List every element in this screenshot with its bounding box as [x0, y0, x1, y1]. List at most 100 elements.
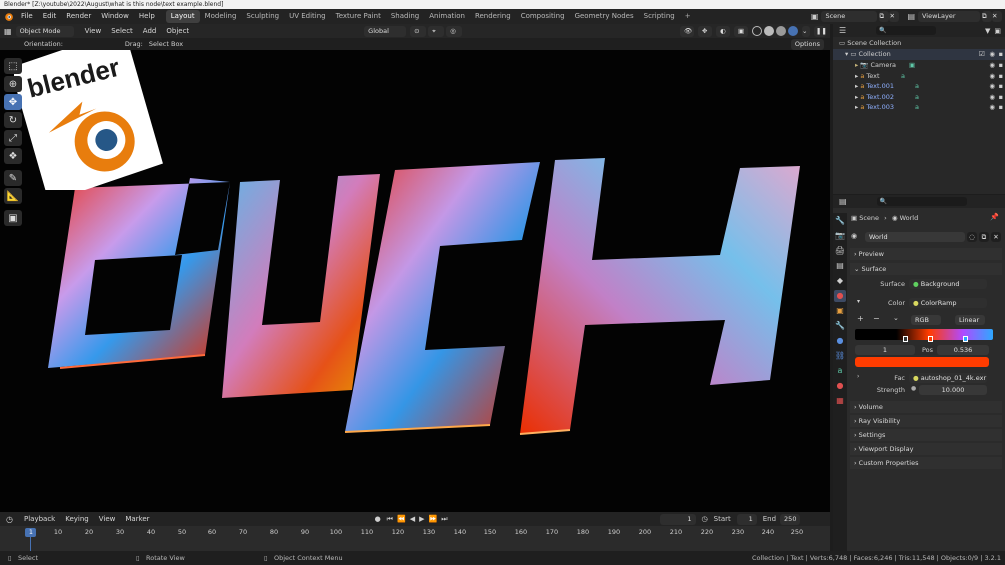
outliner-editor-icon[interactable]: ☰: [839, 26, 846, 35]
fac-input-field[interactable]: ● autoshop_01_4k.exr: [909, 373, 987, 383]
add-cube-icon[interactable]: ▣: [4, 210, 22, 226]
add-stop-icon[interactable]: +: [857, 314, 864, 323]
editor-type-icon[interactable]: ▦: [4, 27, 12, 36]
filter-icon[interactable]: ▼: [985, 27, 990, 35]
drag-select-box[interactable]: Select Box: [149, 40, 183, 48]
constraint-tab-icon[interactable]: ⛓: [834, 350, 846, 362]
menu-render[interactable]: Render: [61, 9, 96, 24]
tab-geometry-nodes[interactable]: Geometry Nodes: [570, 10, 639, 23]
color-ramp[interactable]: [855, 329, 993, 340]
shading-options-icon[interactable]: ⌄: [802, 25, 810, 37]
outliner-search-input[interactable]: 🔍: [876, 26, 937, 35]
annotate-icon[interactable]: ✎: [4, 170, 22, 186]
active-stop-index[interactable]: 1: [855, 345, 915, 355]
output-tab-icon[interactable]: 🖨: [834, 245, 846, 257]
stop-color-swatch[interactable]: [855, 357, 989, 367]
viewport-menu-object[interactable]: Object: [161, 24, 194, 39]
ramp-stop-1[interactable]: [928, 336, 933, 342]
viewport-menu-select[interactable]: Select: [106, 24, 138, 39]
viewport-menu-view[interactable]: View: [80, 24, 107, 39]
color-input-field[interactable]: ● ColorRamp: [909, 298, 987, 308]
gizmo-icon[interactable]: ✥: [698, 25, 712, 37]
panel-settings[interactable]: › Settings: [850, 429, 1002, 441]
text-data-icon[interactable]: a: [915, 102, 919, 113]
eye-icon[interactable]: ◉: [989, 92, 995, 103]
viewlayer-tab-icon[interactable]: ▤: [834, 260, 846, 272]
fake-user-icon[interactable]: ◌: [967, 232, 977, 242]
camera-data-icon[interactable]: ▣: [909, 60, 915, 71]
camera-render-icon[interactable]: ▪: [999, 49, 1003, 60]
scene-icon[interactable]: ▣: [811, 12, 819, 21]
scene-collection-row[interactable]: ▭ Scene Collection: [833, 38, 1005, 49]
measure-icon[interactable]: 📐: [4, 188, 22, 204]
eye-icon[interactable]: ◉: [989, 102, 995, 113]
tab-rendering[interactable]: Rendering: [470, 10, 516, 23]
tab-sculpting[interactable]: Sculpting: [241, 10, 284, 23]
outliner-item-camera[interactable]: ▸ 📷 Camera ▣ ◉ ▪: [833, 60, 1005, 71]
menu-file[interactable]: File: [16, 9, 38, 24]
shading-rendered-icon[interactable]: [788, 26, 798, 36]
select-box-icon[interactable]: ⬚: [4, 58, 22, 74]
eye-icon[interactable]: ◉: [989, 60, 995, 71]
properties-search-input[interactable]: 🔍: [876, 197, 967, 206]
transform-orientation[interactable]: Global: [364, 25, 407, 37]
outliner-item-text001[interactable]: ▸ a Text.001 a ◉ ▪: [833, 81, 1005, 92]
text-data-icon[interactable]: a: [901, 71, 905, 82]
physics-tab-icon[interactable]: ●: [834, 335, 846, 347]
camera-render-icon[interactable]: ▪: [999, 102, 1003, 113]
camera-render-icon[interactable]: ▪: [999, 92, 1003, 103]
object-tab-icon[interactable]: ▣: [834, 305, 846, 317]
collection-row[interactable]: ▾ ▭ Collection ☑ ◉ ▪: [833, 49, 1005, 60]
tab-compositing[interactable]: Compositing: [516, 10, 570, 23]
visibility-icon[interactable]: 👁: [680, 25, 694, 37]
remove-stop-icon[interactable]: −: [873, 314, 880, 323]
menu-help[interactable]: Help: [134, 9, 160, 24]
panel-viewport-display[interactable]: › Viewport Display: [850, 443, 1002, 455]
ramp-interpolation[interactable]: Linear: [955, 315, 985, 325]
tool-tab-icon[interactable]: 🔧: [834, 215, 846, 227]
xray-icon[interactable]: ▣: [734, 25, 748, 37]
move-icon[interactable]: ✥: [4, 94, 22, 110]
eye-icon[interactable]: ◉: [989, 71, 995, 82]
tab-modeling[interactable]: Modeling: [200, 10, 242, 23]
tab-animation[interactable]: Animation: [424, 10, 470, 23]
outliner-item-text[interactable]: ▸ a Text a ◉ ▪: [833, 71, 1005, 82]
unlink-icon[interactable]: ✕: [991, 232, 1001, 242]
strength-field[interactable]: 10.000: [919, 385, 987, 395]
tab-layout[interactable]: Layout: [165, 10, 200, 23]
text-data-icon[interactable]: a: [915, 92, 919, 103]
cursor-icon[interactable]: ⊕: [4, 76, 22, 92]
outliner-item-text002[interactable]: ▸ a Text.002 a ◉ ▪: [833, 92, 1005, 103]
options-button[interactable]: Options: [790, 38, 824, 50]
ramp-menu-icon[interactable]: ⌄: [893, 314, 899, 322]
text-data-icon[interactable]: a: [915, 81, 919, 92]
viewlayer-copy-icon[interactable]: ⧉: [982, 11, 992, 22]
panel-custom-properties[interactable]: › Custom Properties: [850, 457, 1002, 469]
scene-copy-icon[interactable]: ⧉: [879, 11, 890, 22]
world-icon[interactable]: ◉: [851, 232, 857, 240]
panel-surface[interactable]: ⌄ Surface: [850, 263, 1002, 275]
tab-texture-paint[interactable]: Texture Paint: [331, 10, 386, 23]
add-workspace-icon[interactable]: +: [680, 9, 696, 24]
pos-field[interactable]: 0.536: [937, 345, 989, 355]
eye-icon[interactable]: ◉: [989, 81, 995, 92]
ramp-stop-0[interactable]: [903, 336, 908, 342]
menu-edit[interactable]: Edit: [38, 9, 62, 24]
panel-ray-visibility[interactable]: › Ray Visibility: [850, 415, 1002, 427]
panel-preview[interactable]: › Preview: [850, 248, 1002, 260]
3d-viewport[interactable]: blender ⬚ ⊕ ✥ ↻ ⤢ ❖ ✎ 📐 ▣: [0, 50, 830, 512]
camera-render-icon[interactable]: ▪: [999, 60, 1003, 71]
material-tab-icon[interactable]: ●: [834, 380, 846, 392]
shading-solid-icon[interactable]: [764, 26, 774, 36]
ramp-stop-2[interactable]: [963, 336, 968, 342]
new-collection-icon[interactable]: ▣: [994, 27, 1001, 35]
tab-scripting[interactable]: Scripting: [639, 10, 680, 23]
camera-render-icon[interactable]: ▪: [999, 71, 1003, 82]
modifier-tab-icon[interactable]: 🔧: [834, 320, 846, 332]
scene-tab-icon[interactable]: ◆: [834, 275, 846, 287]
checkbox-icon[interactable]: ☑: [979, 49, 985, 60]
copy-icon[interactable]: ⧉: [979, 232, 989, 242]
data-tab-icon[interactable]: a: [834, 365, 846, 377]
viewlayer-icon[interactable]: ▤: [907, 12, 915, 21]
outliner-item-text003[interactable]: ▸ a Text.003 a ◉ ▪: [833, 102, 1005, 113]
